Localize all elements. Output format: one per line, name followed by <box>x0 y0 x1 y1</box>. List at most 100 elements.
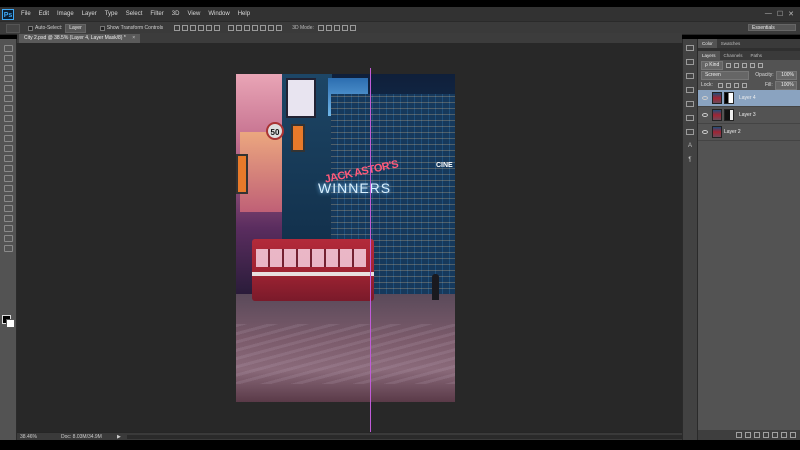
horizontal-scrollbar[interactable] <box>127 435 682 439</box>
tab-layers[interactable]: Layers <box>698 51 720 60</box>
distribute-bottom-icon[interactable] <box>244 25 251 31</box>
tab-paths[interactable]: Paths <box>747 51 767 60</box>
layer-row[interactable]: Layer 3 <box>698 107 800 124</box>
lock-pixels-icon[interactable] <box>725 82 731 88</box>
menu-help[interactable]: Help <box>238 11 250 17</box>
pen-tool-icon[interactable] <box>3 185 13 192</box>
path-select-tool-icon[interactable] <box>3 205 13 212</box>
pixel-filter-icon[interactable] <box>726 62 732 68</box>
lock-all-icon[interactable] <box>741 82 747 88</box>
tab-color[interactable]: Color <box>698 39 717 48</box>
menu-file[interactable]: File <box>21 11 31 17</box>
hand-tool-icon[interactable] <box>3 225 13 232</box>
menu-window[interactable]: Window <box>208 11 229 17</box>
properties-panel-icon[interactable] <box>686 101 694 107</box>
maximize-icon[interactable]: ☐ <box>777 10 783 18</box>
lock-transparent-icon[interactable] <box>717 82 723 88</box>
gradient-tool-icon[interactable] <box>3 155 13 162</box>
3d-slide-icon[interactable] <box>341 25 348 31</box>
document-tab[interactable]: City 2.psd @ 38.5% (Layer 4, Layer Mask/… <box>19 34 141 43</box>
tab-swatches[interactable]: Swatches <box>717 39 745 48</box>
menu-type[interactable]: Type <box>105 11 118 17</box>
link-layers-icon[interactable] <box>736 432 742 438</box>
3d-rotate-icon[interactable] <box>317 25 324 31</box>
layer-mask-thumbnail[interactable] <box>724 109 734 121</box>
smart-object-filter-icon[interactable] <box>758 62 764 68</box>
menu-edit[interactable]: Edit <box>39 11 49 17</box>
menu-layer[interactable]: Layer <box>82 11 97 17</box>
background-color-swatch[interactable] <box>6 319 15 328</box>
healing-brush-tool-icon[interactable] <box>3 105 13 112</box>
align-left-icon[interactable] <box>198 25 205 31</box>
marquee-tool-icon[interactable] <box>3 55 13 62</box>
adjustment-layer-icon[interactable] <box>763 432 769 438</box>
visibility-eye-icon[interactable] <box>702 113 708 117</box>
align-hcenter-icon[interactable] <box>206 25 213 31</box>
minimize-icon[interactable]: — <box>765 10 772 18</box>
paragraph-panel-icon[interactable]: ¶ <box>683 157 697 163</box>
clone-stamp-tool-icon[interactable] <box>3 125 13 132</box>
3d-roll-icon[interactable] <box>325 25 332 31</box>
type-tool-icon[interactable] <box>3 195 13 202</box>
layer-row[interactable]: Layer 2 <box>698 124 800 141</box>
layer-row[interactable]: Layer 4 <box>698 90 800 107</box>
crop-tool-icon[interactable] <box>3 85 13 92</box>
distribute-top-icon[interactable] <box>228 25 235 31</box>
dodge-tool-icon[interactable] <box>3 175 13 182</box>
character-panel-icon[interactable]: A <box>683 143 697 149</box>
distribute-left-icon[interactable] <box>252 25 259 31</box>
kind-filter-dropdown[interactable]: ρ Kind <box>701 60 724 70</box>
align-bottom-icon[interactable] <box>190 25 197 31</box>
layer-thumbnail[interactable] <box>712 126 722 138</box>
align-top-icon[interactable] <box>174 25 181 31</box>
lasso-tool-icon[interactable] <box>3 65 13 72</box>
zoom-tool-icon[interactable] <box>3 235 13 242</box>
layer-thumbnail[interactable] <box>712 109 722 121</box>
brush-panel-icon[interactable] <box>686 115 694 121</box>
info-panel-icon[interactable] <box>686 73 694 79</box>
3d-scale-icon[interactable] <box>349 25 356 31</box>
3d-pan-icon[interactable] <box>333 25 340 31</box>
distribute-right-icon[interactable] <box>268 25 275 31</box>
distribute-vcenter-icon[interactable] <box>236 25 243 31</box>
eraser-tool-icon[interactable] <box>3 145 13 152</box>
lock-position-icon[interactable] <box>733 82 739 88</box>
menu-image[interactable]: Image <box>57 11 74 17</box>
menu-3d[interactable]: 3D <box>172 11 180 17</box>
tab-channels[interactable]: Channels <box>720 51 747 60</box>
menu-view[interactable]: View <box>187 11 200 17</box>
styles-panel-icon[interactable] <box>686 129 694 135</box>
visibility-eye-icon[interactable] <box>702 96 708 100</box>
new-group-icon[interactable] <box>772 432 778 438</box>
auto-align-icon[interactable] <box>276 25 283 31</box>
distribute-hcenter-icon[interactable] <box>260 25 267 31</box>
auto-select-dropdown[interactable]: Layer <box>65 23 86 33</box>
visibility-eye-icon[interactable] <box>702 130 708 134</box>
workspace-switcher[interactable]: Essentials <box>748 24 796 31</box>
shape-filter-icon[interactable] <box>750 62 756 68</box>
menu-filter[interactable]: Filter <box>150 11 163 17</box>
menu-select[interactable]: Select <box>126 11 143 17</box>
delete-layer-icon[interactable] <box>790 432 796 438</box>
close-tab-icon[interactable]: × <box>132 35 135 41</box>
auto-select-checkbox[interactable] <box>28 25 33 31</box>
adjustment-filter-icon[interactable] <box>734 62 740 68</box>
align-right-icon[interactable] <box>214 25 221 31</box>
blur-tool-icon[interactable] <box>3 165 13 172</box>
opacity-field[interactable]: 100% <box>775 70 797 80</box>
close-icon[interactable]: ✕ <box>788 10 794 18</box>
layer-mask-thumbnail[interactable] <box>724 92 734 104</box>
shape-tool-icon[interactable] <box>3 215 13 222</box>
layer-style-icon[interactable] <box>745 432 751 438</box>
move-tool-icon[interactable] <box>3 45 13 52</box>
new-layer-icon[interactable] <box>781 432 787 438</box>
eyedropper-tool-icon[interactable] <box>3 95 13 102</box>
fill-field[interactable]: 100% <box>774 80 797 90</box>
brush-tool-icon[interactable] <box>3 115 13 122</box>
align-vcenter-icon[interactable] <box>182 25 189 31</box>
show-transform-checkbox[interactable] <box>99 25 105 31</box>
canvas-image[interactable]: JACK ASTOR'S WINNERS CINE 50 <box>236 74 455 402</box>
adjustments-panel-icon[interactable] <box>686 87 694 93</box>
actions-panel-icon[interactable] <box>686 59 694 65</box>
blend-mode-dropdown[interactable]: Screen <box>701 70 750 80</box>
